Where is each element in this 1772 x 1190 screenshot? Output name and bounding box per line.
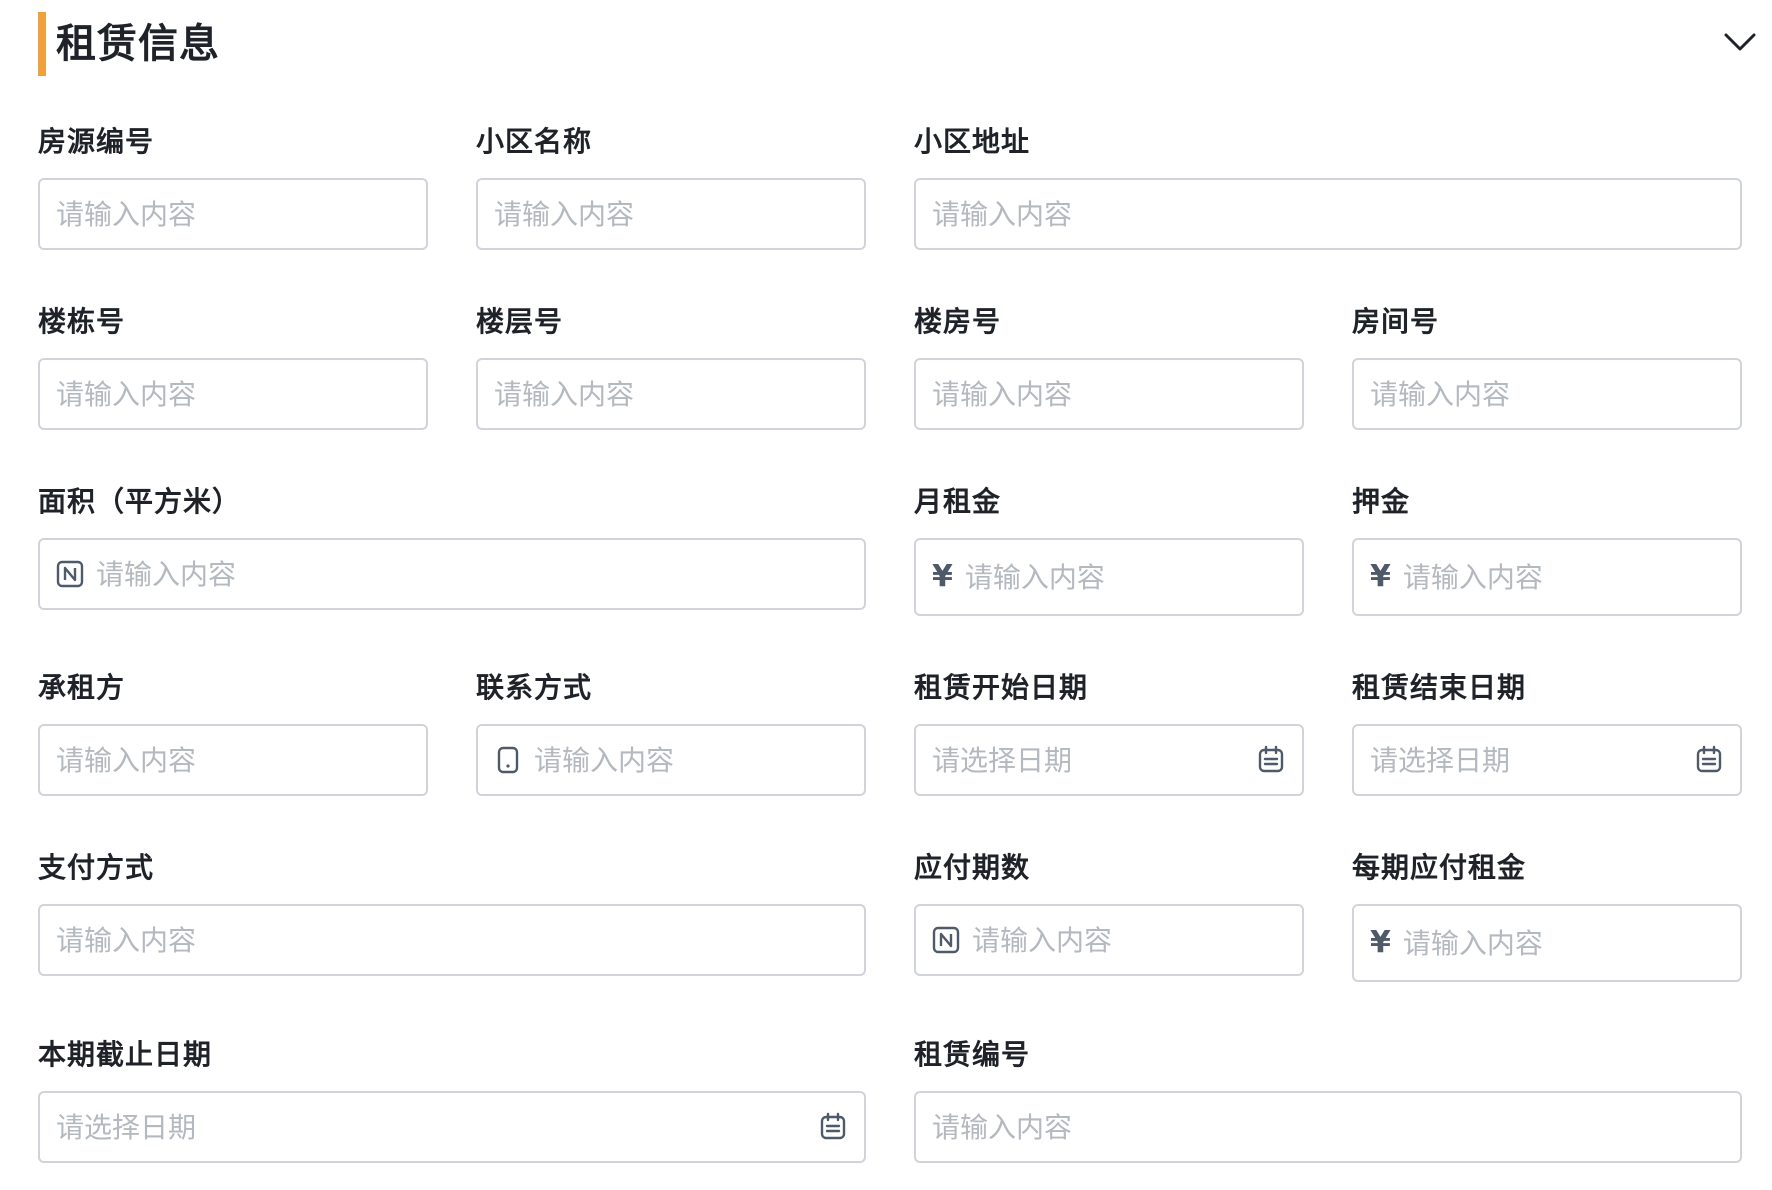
field-label: 月租金 [914,485,1002,518]
lease-start-date-picker[interactable] [932,743,1244,777]
community-address-input-box [914,178,1742,250]
house-id-input[interactable] [56,197,410,231]
payment-periods-input[interactable] [972,923,1286,957]
field-label: 每期应付租金 [1352,851,1527,884]
deposit-input[interactable] [1402,560,1724,594]
lease-no-input[interactable] [932,1110,1724,1144]
calendar-icon[interactable] [1694,745,1724,775]
field-label: 本期截止日期 [38,1038,213,1071]
field-label: 楼栋号 [38,305,126,338]
field-label: 租赁开始日期 [914,671,1089,704]
area-input-box [38,538,866,610]
field-label: 房源编号 [38,125,155,158]
community-name-input[interactable] [494,197,848,231]
monthly-rent-input-box: ¥ [914,538,1304,616]
room-no-input[interactable] [1370,377,1724,411]
number-icon [56,560,84,588]
community-name-input-box [476,178,866,250]
section-accent-bar [38,12,46,76]
payment-periods-input-box [914,904,1304,976]
building-no-input-box [38,358,428,430]
payment-method-input[interactable] [56,923,848,957]
period-deadline-input-box [38,1091,866,1163]
rent-per-period-input[interactable] [1402,926,1724,960]
house-id-input-box [38,178,428,250]
field-label: 房间号 [1352,305,1440,338]
field-label: 承租方 [38,671,126,704]
community-address-input[interactable] [932,197,1724,231]
lease-no-input-box [914,1091,1742,1163]
currency-prefix: ¥ [1370,925,1391,960]
phone-icon [494,746,522,774]
field-label: 小区地址 [914,125,1031,158]
lease-start-input-box [914,724,1304,796]
currency-prefix: ¥ [932,559,953,594]
payment-method-input-box [38,904,866,976]
field-label: 楼层号 [476,305,564,338]
field-label: 面积（平方米） [38,485,242,518]
monthly-rent-input[interactable] [964,560,1286,594]
building-no-input[interactable] [56,377,410,411]
tenant-input-box [38,724,428,796]
house-no-input-box [914,358,1304,430]
calendar-icon[interactable] [1256,745,1286,775]
currency-prefix: ¥ [1370,559,1391,594]
lease-end-input-box [1352,724,1742,796]
calendar-icon[interactable] [818,1112,848,1142]
field-label: 租赁编号 [914,1038,1031,1071]
floor-no-input-box [476,358,866,430]
tenant-input[interactable] [56,743,410,777]
contact-input[interactable] [534,743,848,777]
section-title: 租赁信息 [56,21,220,67]
field-label: 应付期数 [914,851,1031,884]
lease-end-date-picker[interactable] [1370,743,1682,777]
field-label: 押金 [1352,485,1411,518]
deposit-input-box: ¥ [1352,538,1742,616]
contact-input-box [476,724,866,796]
house-no-input[interactable] [932,377,1286,411]
area-input[interactable] [96,557,848,591]
field-label: 楼房号 [914,305,1002,338]
floor-no-input[interactable] [494,377,848,411]
section-header: 租赁信息 [38,12,1760,76]
rent-per-period-input-box: ¥ [1352,904,1742,982]
field-label: 联系方式 [476,671,593,704]
field-label: 租赁结束日期 [1352,671,1527,704]
field-label: 支付方式 [38,851,155,884]
collapse-button[interactable] [1720,22,1760,62]
period-deadline-date-picker[interactable] [56,1110,806,1144]
chevron-down-icon [1724,33,1756,51]
room-no-input-box [1352,358,1742,430]
number-icon [932,926,960,954]
field-label: 小区名称 [476,125,593,158]
